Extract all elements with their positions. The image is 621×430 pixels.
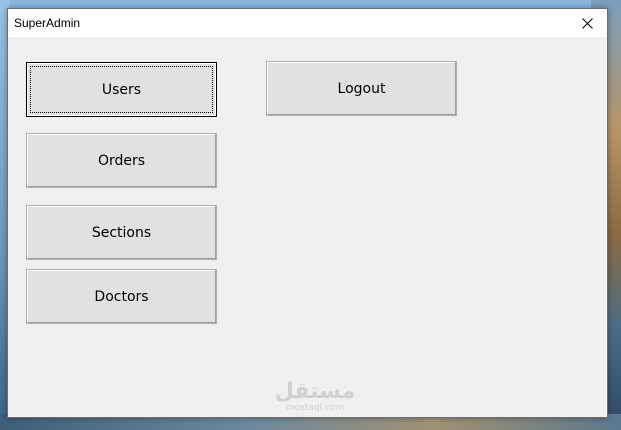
watermark: مستقل mostaql.com [270, 379, 360, 414]
orders-button-label: Orders [97, 152, 146, 169]
window-title: SuperAdmin [14, 16, 81, 30]
watermark-sub: mostaql.com [285, 403, 345, 413]
logout-button[interactable]: Logout [266, 61, 457, 116]
watermark-main: مستقل [274, 379, 356, 404]
sections-button-label: Sections [91, 224, 152, 241]
title-bar[interactable]: SuperAdmin [8, 9, 607, 37]
focus-ring [30, 66, 213, 113]
sections-button[interactable]: Sections [26, 205, 217, 260]
close-icon [581, 17, 593, 29]
superadmin-window: SuperAdmin Users Orders Sections Doctors… [7, 8, 608, 418]
users-button[interactable]: Users [26, 62, 217, 117]
doctors-button[interactable]: Doctors [26, 269, 217, 324]
orders-button[interactable]: Orders [26, 133, 217, 188]
logout-button-label: Logout [337, 80, 386, 97]
close-button[interactable] [567, 9, 607, 37]
doctors-button-label: Doctors [94, 288, 149, 305]
